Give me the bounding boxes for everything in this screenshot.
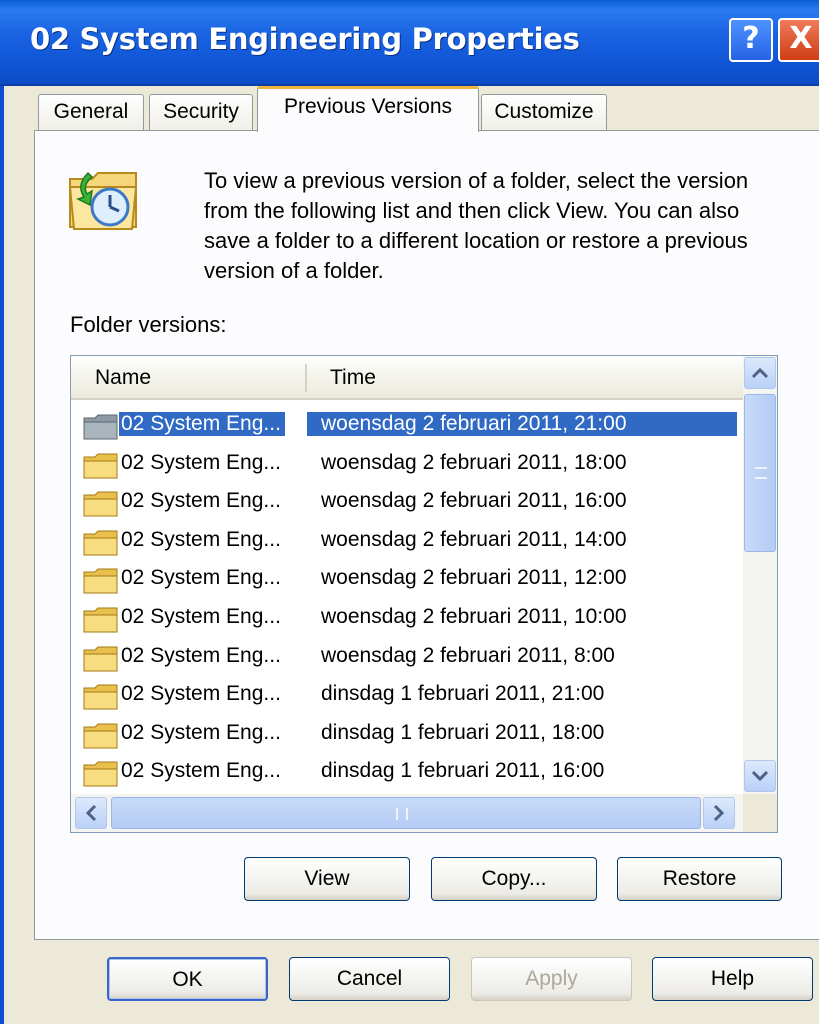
- version-name: 02 System Eng...: [121, 450, 281, 474]
- scroll-down-button[interactable]: [744, 760, 776, 792]
- close-button[interactable]: X: [778, 18, 819, 62]
- folder-versions-label: Folder versions:: [70, 312, 227, 337]
- column-header-name[interactable]: Name: [95, 366, 151, 390]
- version-time: woensdag 2 februari 2011, 10:00: [321, 604, 627, 628]
- title-bar[interactable]: 02 System Engineering Properties ? X: [0, 0, 819, 86]
- version-name: 02 System Eng...: [121, 643, 281, 667]
- folder-history-icon: [68, 171, 138, 230]
- list-item[interactable]: 02 System Eng... dinsdag 1 februari 2011…: [71, 676, 743, 715]
- column-header-time[interactable]: Time: [330, 366, 376, 390]
- list-item[interactable]: 02 System Eng... woensdag 2 februari 201…: [71, 560, 743, 599]
- vertical-scroll-thumb[interactable]: [744, 394, 776, 552]
- grip-icon: [396, 808, 408, 820]
- folder-versions-list[interactable]: Name Time 02 System Eng... woensdag 2 fe…: [70, 355, 778, 833]
- folder-icon: [83, 414, 118, 440]
- scroll-up-button[interactable]: [744, 357, 776, 389]
- chevron-right-icon: [713, 804, 725, 822]
- intro-text: To view a previous version of a folder, …: [204, 168, 749, 283]
- horizontal-scrollbar[interactable]: [71, 794, 743, 832]
- scrollbar-corner: [743, 794, 777, 832]
- column-divider[interactable]: [305, 364, 307, 392]
- chevron-down-icon: [751, 770, 769, 782]
- grip-icon: [755, 467, 767, 479]
- horizontal-scroll-thumb[interactable]: [111, 797, 701, 829]
- list-item[interactable]: 02 System Eng... woensdag 2 februari 201…: [71, 638, 743, 677]
- copy-button[interactable]: Copy...: [431, 857, 597, 901]
- version-name: 02 System Eng...: [121, 759, 281, 783]
- list-rows: 02 System Eng... woensdag 2 februari 201…: [71, 406, 743, 792]
- version-time: dinsdag 1 februari 2011, 18:00: [321, 720, 605, 744]
- folder-icon: [83, 491, 118, 517]
- restore-button[interactable]: Restore: [617, 857, 782, 901]
- tab-customize[interactable]: Customize: [481, 94, 607, 130]
- version-time: woensdag 2 februari 2011, 21:00: [307, 412, 737, 436]
- version-name: 02 System Eng...: [121, 566, 281, 590]
- folder-icon: [83, 607, 118, 633]
- tab-security[interactable]: Security: [149, 94, 253, 130]
- window-title: 02 System Engineering Properties: [30, 22, 580, 56]
- apply-button[interactable]: Apply: [471, 957, 632, 1001]
- version-time: dinsdag 1 februari 2011, 21:00: [321, 682, 605, 706]
- chevron-left-icon: [85, 804, 97, 822]
- help-button[interactable]: Help: [652, 957, 813, 1001]
- version-time: woensdag 2 februari 2011, 12:00: [321, 566, 627, 590]
- list-item[interactable]: 02 System Eng... woensdag 2 februari 201…: [71, 445, 743, 484]
- list-item[interactable]: 02 System Eng... dinsdag 1 februari 2011…: [71, 715, 743, 754]
- folder-icon: [83, 453, 118, 479]
- list-item[interactable]: 02 System Eng... woensdag 2 februari 201…: [71, 406, 743, 445]
- version-time: dinsdag 1 februari 2011, 16:00: [321, 759, 605, 783]
- folder-icon: [83, 568, 118, 594]
- scroll-left-button[interactable]: [75, 797, 107, 829]
- cancel-button[interactable]: Cancel: [289, 957, 450, 1001]
- folder-icon: [83, 684, 118, 710]
- help-title-button[interactable]: ?: [729, 18, 773, 62]
- version-time: woensdag 2 februari 2011, 18:00: [321, 450, 627, 474]
- scroll-right-button[interactable]: [703, 797, 735, 829]
- tab-previous-versions[interactable]: Previous Versions: [257, 86, 479, 132]
- ok-button[interactable]: OK: [107, 957, 268, 1001]
- folder-icon: [83, 723, 118, 749]
- list-item[interactable]: 02 System Eng... woensdag 2 februari 201…: [71, 522, 743, 561]
- version-name: 02 System Eng...: [121, 604, 281, 628]
- version-name: 02 System Eng...: [121, 527, 281, 551]
- tab-general[interactable]: General: [38, 94, 144, 130]
- version-name: 02 System Eng...: [121, 489, 281, 513]
- version-time: woensdag 2 februari 2011, 14:00: [321, 527, 627, 551]
- list-item[interactable]: 02 System Eng... woensdag 2 februari 201…: [71, 483, 743, 522]
- folder-icon: [83, 530, 118, 556]
- version-time: woensdag 2 februari 2011, 8:00: [321, 643, 615, 667]
- vertical-scrollbar[interactable]: [743, 356, 777, 794]
- folder-icon: [83, 646, 118, 672]
- version-time: woensdag 2 februari 2011, 16:00: [321, 489, 627, 513]
- list-item[interactable]: 02 System Eng... woensdag 2 februari 201…: [71, 599, 743, 638]
- version-name: 02 System Eng...: [121, 720, 281, 744]
- list-item[interactable]: 02 System Eng... dinsdag 1 februari 2011…: [71, 753, 743, 792]
- version-name: 02 System Eng...: [121, 682, 281, 706]
- version-name: 02 System Eng...: [119, 412, 285, 436]
- folder-icon: [83, 761, 118, 787]
- chevron-up-icon: [751, 367, 769, 379]
- list-header: Name Time: [71, 356, 743, 400]
- view-button[interactable]: View: [244, 857, 410, 901]
